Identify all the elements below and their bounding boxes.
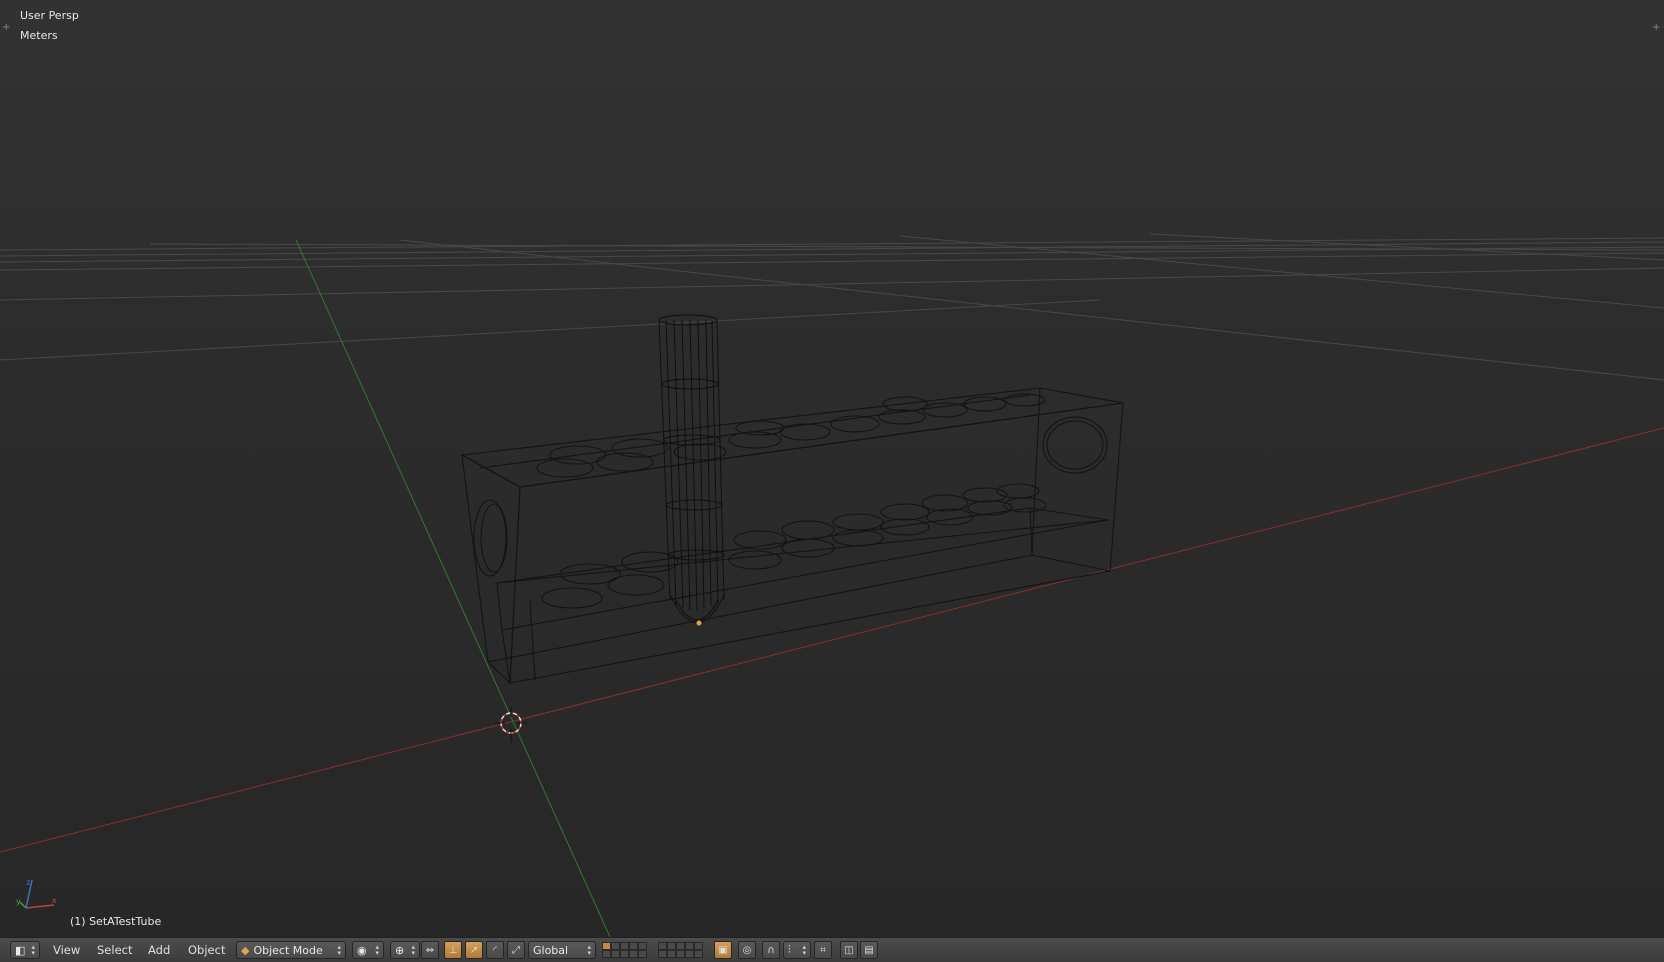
layer-cell[interactable] [685,950,694,958]
shading-sphere-icon: ◉ [357,943,367,957]
layer-cell[interactable] [638,942,647,950]
view-name-label: User Persp [20,9,79,22]
snap-element-selector[interactable]: ⫶ ▴ ▾ [783,941,811,959]
chevron-updown-icon: ▴ ▾ [375,943,379,957]
layer-cell[interactable] [638,950,647,958]
pivot-icon: ⊕ [395,943,405,957]
manipulator-icon: ⊥ [448,944,458,956]
layer-cell[interactable] [667,942,676,950]
floor-grid [0,233,1664,381]
object-mode-icon: ◆ [241,943,250,957]
gizmo-y-label: y [16,897,21,906]
region-split-left-icon[interactable]: + [2,22,10,33]
layer-cell[interactable] [602,950,611,958]
snap-increment-icon: ⫶ [788,943,791,956]
layer-cell[interactable] [620,950,629,958]
menu-add[interactable]: Add [148,943,170,957]
translate-manipulator-button[interactable]: ↗ [465,941,483,959]
menu-view[interactable]: View [53,943,80,957]
snap-target-button[interactable]: ⌗ [814,941,832,959]
viewport-header: ◧ ▴ ▾ View Select Add Object ◆ Object Mod… [0,937,1664,962]
region-split-right-icon[interactable]: + [1652,22,1660,33]
layer-cell[interactable] [629,942,638,950]
chevron-updown-icon: ▴ ▾ [587,943,591,957]
lock-icon: ▣ [718,944,728,956]
magnet-icon: ∩ [767,944,775,956]
3d-view-icon: ◧ [15,943,26,957]
pivot-point-selector[interactable]: ⊕ ▴ ▾ [390,941,420,959]
proportional-editing-button[interactable]: ◎ [738,941,756,959]
layer-cell[interactable] [611,942,620,950]
x-axis-line [0,427,1664,853]
rotate-arc-icon: ◜ [493,944,497,956]
render-opengl-image-button[interactable]: ◫ [840,941,858,959]
mode-selector[interactable]: ◆ Object Mode ▴ ▾ [236,941,346,959]
clapperboard-icon: ▤ [864,944,874,956]
render-opengl-animation-button[interactable]: ▤ [860,941,878,959]
snap-toggle-button[interactable]: ∩ [762,941,780,959]
test-tube-wireframe [658,314,725,623]
chevron-updown-icon: ▴ ▾ [802,943,806,957]
layer-cell-active[interactable] [602,942,611,950]
proportional-circle-icon: ◎ [742,944,752,956]
layer-cell[interactable] [676,950,685,958]
lock-camera-layers-button[interactable]: ▣ [714,941,732,959]
transform-orientation-selector[interactable]: Global ▴ ▾ [528,941,596,959]
scale-manipulator-button[interactable]: ⤢ [507,941,525,959]
viewport-canvas [0,233,1664,937]
editor-type-selector[interactable]: ◧ ▴ ▾ [10,941,40,959]
mode-label: Object Mode [253,943,323,957]
viewport-shading-selector[interactable]: ◉ ▴ ▾ [352,941,384,959]
translate-arrow-icon: ↗ [469,944,479,956]
gizmo-x-label: x [52,896,57,905]
menu-select[interactable]: Select [97,943,132,957]
rotate-manipulator-button[interactable]: ◜ [486,941,504,959]
manipulator-center-icon: ⇔ [425,944,435,956]
layer-cell[interactable] [611,950,620,958]
layer-grid-1[interactable] [602,942,647,960]
menu-object[interactable]: Object [188,943,225,957]
layer-grid-2[interactable] [658,942,703,960]
scale-arrow-icon: ⤢ [512,944,520,956]
layer-cell[interactable] [667,950,676,958]
tube-rack-wireframe [460,387,1124,685]
3d-viewport[interactable]: User Persp Meters (1) SetATestTube z x y… [0,0,1664,937]
chevron-updown-icon: ▴ ▾ [337,943,341,957]
chevron-updown-icon: ▴ ▾ [31,943,35,957]
snap-target-icon: ⌗ [820,944,826,956]
layer-cell[interactable] [694,950,703,958]
layer-cell[interactable] [629,950,638,958]
camera-icon: ◫ [844,944,854,956]
layer-cell[interactable] [694,942,703,950]
pivot-only-origins-button[interactable]: ⇔ [421,941,439,959]
layer-cell[interactable] [676,942,685,950]
chevron-updown-icon: ▴ ▾ [411,943,415,957]
layer-cell[interactable] [620,942,629,950]
layer-cell[interactable] [658,950,667,958]
active-object-label: (1) SetATestTube [70,915,162,928]
gizmo-z-label: z [26,878,31,887]
units-label: Meters [20,29,58,42]
layer-cell[interactable] [658,942,667,950]
object-origin [696,620,702,626]
manipulator-toggle-button[interactable]: ⊥ [444,941,462,959]
layer-cell[interactable] [685,942,694,950]
orientation-label: Global [533,943,569,957]
